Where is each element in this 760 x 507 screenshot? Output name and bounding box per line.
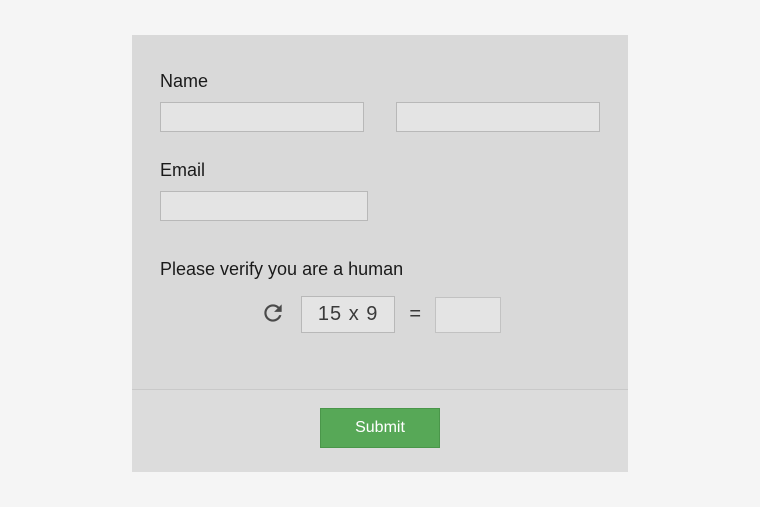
captcha-label: Please verify you are a human — [160, 259, 600, 280]
form-footer: Submit — [132, 389, 628, 472]
form-card: Name Email Please verify you are a human — [132, 35, 628, 472]
email-input[interactable] — [160, 191, 368, 221]
refresh-icon — [260, 300, 286, 329]
captcha-equals: = — [409, 303, 421, 326]
captcha-question: 15 x 9 — [301, 296, 395, 333]
last-name-input[interactable] — [396, 102, 600, 132]
captcha-refresh-button[interactable] — [259, 301, 287, 329]
form-body: Name Email Please verify you are a human — [132, 35, 628, 389]
submit-button[interactable]: Submit — [320, 408, 440, 448]
name-field-group: Name — [160, 71, 600, 132]
first-name-input[interactable] — [160, 102, 364, 132]
email-label: Email — [160, 160, 600, 181]
captcha-field-group: Please verify you are a human 15 x 9 = — [160, 259, 600, 333]
captcha-answer-input[interactable] — [435, 297, 501, 333]
email-field-group: Email — [160, 160, 600, 221]
name-label: Name — [160, 71, 600, 92]
captcha-row: 15 x 9 = — [160, 296, 600, 333]
name-row — [160, 102, 600, 132]
